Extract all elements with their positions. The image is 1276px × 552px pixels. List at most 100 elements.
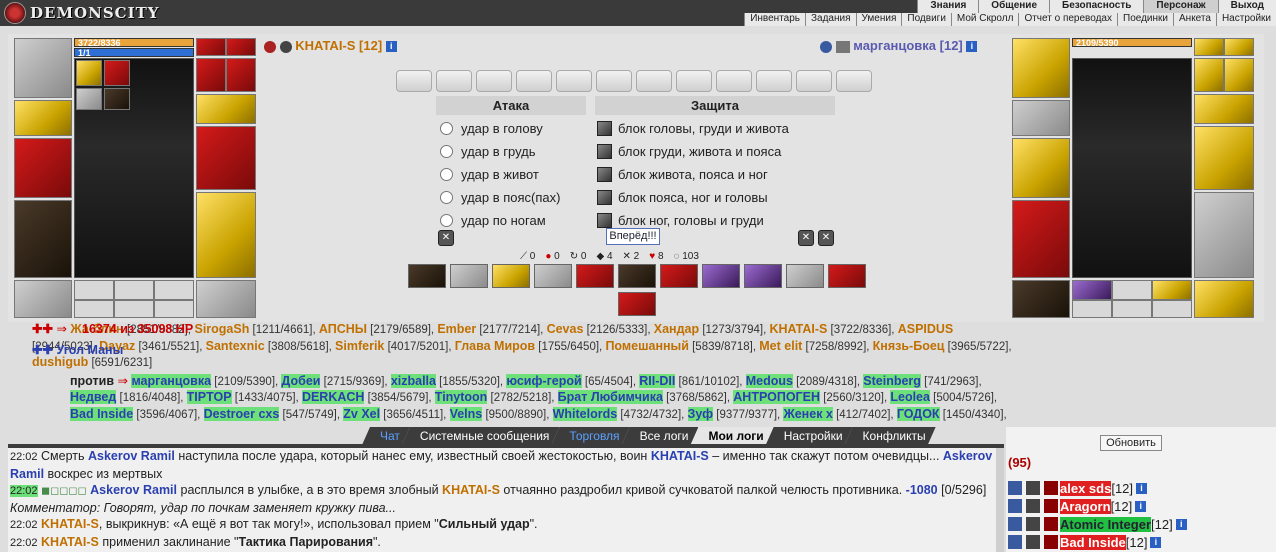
- team-member[interactable]: Помешанный: [605, 339, 688, 353]
- team-member[interactable]: Met elit: [759, 339, 802, 353]
- team-member[interactable]: RII-DII: [639, 373, 676, 388]
- log-player[interactable]: KHATAI-S: [41, 535, 99, 549]
- team-member[interactable]: Добеи: [281, 373, 321, 388]
- pocket-slot-1[interactable]: [1072, 280, 1112, 300]
- pocket-slot-3[interactable]: [1152, 280, 1192, 300]
- info-icon[interactable]: i: [966, 41, 978, 53]
- team-member[interactable]: Santexnic: [206, 339, 265, 353]
- log-player[interactable]: KHATAI-S: [442, 483, 500, 497]
- info-icon[interactable]: i: [1135, 500, 1147, 512]
- skill-icon[interactable]: [660, 264, 698, 288]
- radio-button[interactable]: [440, 121, 453, 135]
- block-icon[interactable]: [597, 120, 612, 136]
- team-member[interactable]: Зуф: [687, 406, 714, 421]
- attack-option-belly[interactable]: удар в живот: [440, 164, 539, 184]
- rune-slot-3[interactable]: [104, 88, 130, 110]
- log-player[interactable]: KHATAI-S: [651, 449, 709, 463]
- team-member[interactable]: Женек x: [783, 406, 833, 421]
- sub-menu-item[interactable]: Подвиги: [901, 13, 951, 26]
- earring-slot-2[interactable]: [1224, 38, 1254, 56]
- pocket-slot-1[interactable]: [74, 280, 114, 300]
- skill-icon[interactable]: [828, 264, 866, 288]
- gloves-slot[interactable]: [196, 94, 256, 124]
- defense-option-5[interactable]: блок ног, головы и груди: [597, 210, 764, 230]
- ring-slot-1[interactable]: [1194, 58, 1224, 92]
- log-player[interactable]: KHATAI-S: [41, 517, 99, 531]
- scroll-slot-4[interactable]: [516, 70, 552, 92]
- team-member[interactable]: юсиф-герой: [506, 373, 582, 388]
- skill-icon[interactable]: [702, 264, 740, 288]
- skill-icon[interactable]: [408, 264, 446, 288]
- team-member[interactable]: SirogaSh: [194, 322, 249, 336]
- radio-button[interactable]: [440, 213, 453, 227]
- bracers-slot[interactable]: [1012, 100, 1070, 136]
- team-member[interactable]: Брат Любимчика: [557, 390, 663, 404]
- team-member[interactable]: Steinberg: [863, 373, 921, 388]
- top-menu-item[interactable]: Персонаж: [1143, 0, 1218, 13]
- radio-button[interactable]: [440, 190, 453, 204]
- team-member[interactable]: ASPIDUS: [898, 322, 954, 336]
- top-menu-item[interactable]: Общение: [978, 0, 1049, 13]
- top-menu-item[interactable]: Безопасность: [1049, 0, 1144, 13]
- skill-icon[interactable]: [576, 264, 614, 288]
- team-member[interactable]: ГОДОК: [896, 406, 940, 421]
- pocket-slot-2[interactable]: [1112, 280, 1152, 300]
- log-time[interactable]: 22:02: [10, 485, 38, 497]
- team-member[interactable]: Leolea: [890, 390, 930, 404]
- scroll-slot-1[interactable]: [396, 70, 432, 92]
- rune-slot-1[interactable]: [104, 60, 130, 86]
- team-member[interactable]: Князь-Боец: [873, 339, 945, 353]
- team-member[interactable]: АПСНЫ: [319, 322, 367, 336]
- scroll-slot-11[interactable]: [796, 70, 832, 92]
- pocket-slot-6[interactable]: [154, 300, 194, 318]
- earring-slot-2[interactable]: [226, 38, 256, 56]
- sub-menu-item[interactable]: Анкета: [1173, 13, 1216, 26]
- forward-button[interactable]: Вперёд!!!: [606, 228, 660, 245]
- player-name[interactable]: alex sds: [1060, 480, 1112, 496]
- player-name[interactable]: Atomic Integer: [1060, 516, 1152, 532]
- scroll-slot-7[interactable]: [636, 70, 672, 92]
- team-member[interactable]: Cevas: [547, 322, 584, 336]
- tab-1[interactable]: Системные сообщения: [402, 427, 560, 445]
- block-icon[interactable]: [597, 189, 612, 205]
- team-member[interactable]: Глава Миров: [455, 339, 535, 353]
- earring-slot-1[interactable]: [1194, 38, 1224, 56]
- player-row[interactable]: Bad Inside [12] i: [1008, 533, 1162, 551]
- top-menu-item[interactable]: Знания: [917, 0, 979, 13]
- team-member[interactable]: KHATAI-S: [769, 322, 827, 336]
- scroll-slot-8[interactable]: [676, 70, 712, 92]
- helmet-slot[interactable]: [14, 38, 72, 98]
- right-player-name[interactable]: марганцовка [12] i: [820, 38, 978, 53]
- info-icon[interactable]: i: [1150, 536, 1162, 548]
- skill-icon[interactable]: [744, 264, 782, 288]
- ring-slot-1[interactable]: [196, 58, 226, 92]
- scroll-slot-12[interactable]: [836, 70, 872, 92]
- team-member[interactable]: DERKACH: [301, 390, 365, 404]
- attack-option-head[interactable]: удар в голову: [440, 118, 543, 138]
- scroll-slot-3[interactable]: [476, 70, 512, 92]
- amulet-slot[interactable]: [76, 60, 102, 86]
- tab-6[interactable]: Конфликты: [845, 427, 936, 445]
- logo[interactable]: DEMONSCITY: [4, 2, 159, 24]
- sub-menu-item[interactable]: Задания: [805, 13, 856, 26]
- boots-slot[interactable]: [1194, 280, 1254, 318]
- pocket-slot-3[interactable]: [154, 280, 194, 300]
- scroll-slot-6[interactable]: [596, 70, 632, 92]
- refresh-button[interactable]: Обновить: [1100, 435, 1162, 451]
- team-member[interactable]: Zv Xel: [343, 406, 381, 421]
- defense-option-2[interactable]: блок груди, живота и пояса: [597, 141, 781, 161]
- scroll-slot-9[interactable]: [716, 70, 752, 92]
- helmet-slot[interactable]: [1012, 38, 1070, 98]
- player-name[interactable]: Bad Inside: [1060, 534, 1126, 550]
- team-member[interactable]: TIPTOP: [186, 390, 232, 404]
- team-member[interactable]: Ember: [437, 322, 476, 336]
- gloves-slot[interactable]: [1194, 94, 1254, 124]
- pocket-slot-4[interactable]: [1072, 300, 1112, 318]
- defense-option-4[interactable]: блок пояса, ног и головы: [597, 187, 768, 207]
- player-row[interactable]: alex sds [12] i: [1008, 479, 1148, 497]
- tab-4[interactable]: Мои логи: [690, 427, 773, 445]
- team-member[interactable]: Bad Inside: [70, 406, 134, 421]
- pocket-slot-5[interactable]: [1112, 300, 1152, 318]
- belt-slot[interactable]: [14, 280, 72, 318]
- block-icon[interactable]: [597, 212, 612, 228]
